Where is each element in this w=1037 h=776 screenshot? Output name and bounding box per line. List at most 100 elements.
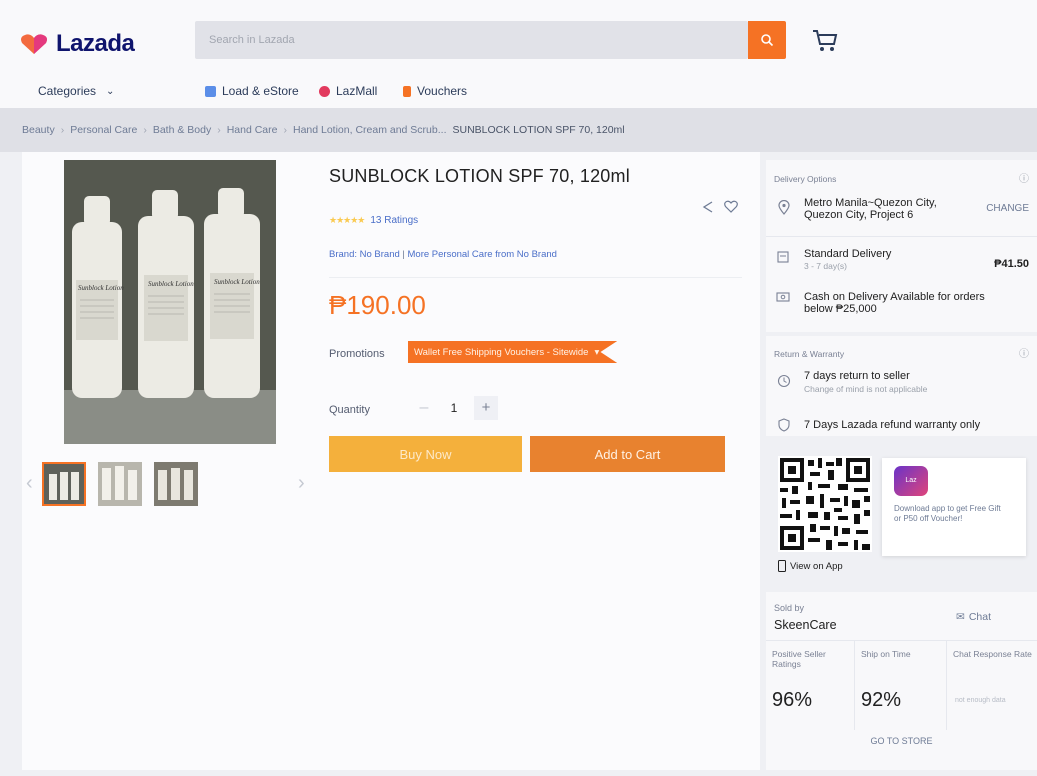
view-on-app-label: View on App <box>790 560 843 572</box>
chat-response-label: Chat Response Rate <box>953 649 1032 659</box>
app-download-card[interactable]: Laz Download app to get Free Gift or P50… <box>882 458 1026 556</box>
breadcrumb: Beauty › Personal Care › Bath & Body › Hand… <box>22 124 625 136</box>
side-panel: Delivery Options ⓘ Metro Manila~Quezon C… <box>766 160 1037 770</box>
share-icon[interactable] <box>701 200 715 219</box>
quantity-value[interactable]: 1 <box>446 396 462 420</box>
thumbnail[interactable] <box>42 462 86 506</box>
product-title: SUNBLOCK LOTION SPF 70, 120ml <box>329 166 630 186</box>
app-promo-text: Download app to get Free Gift or P50 off… <box>894 504 1001 523</box>
location-pin-icon <box>776 199 792 216</box>
buy-now-button[interactable]: Buy Now <box>329 436 522 472</box>
chevron-left-icon[interactable]: ‹ <box>26 472 33 495</box>
lazada-logo[interactable]: Lazada <box>20 30 135 58</box>
chevron-right-icon: › <box>283 124 287 136</box>
delivery-location-line1: Metro Manila~Quezon City, <box>804 197 937 209</box>
phone-icon <box>205 85 216 97</box>
chat-icon: ✉ <box>956 611 965 623</box>
view-on-app-link[interactable]: View on App <box>778 560 843 572</box>
sold-by-label: Sold by <box>774 603 805 613</box>
breadcrumb-current: SUNBLOCK LOTION SPF 70, 120ml <box>452 124 625 136</box>
search-input[interactable] <box>195 21 748 59</box>
change-location-link[interactable]: CHANGE <box>986 203 1029 214</box>
ratings-count: 13 Ratings <box>370 215 419 226</box>
chat-button[interactable]: ✉ Chat <box>956 611 991 623</box>
product-rating[interactable]: ★★★★★ 13 Ratings <box>329 215 418 226</box>
quantity-increase-button[interactable]: + <box>474 396 498 420</box>
chat-response-stat: Chat Response Rate not enough data <box>946 640 1037 730</box>
lazada-app-icon: Laz <box>894 466 928 496</box>
thumbnail-strip: ‹ › <box>22 452 312 512</box>
phone-icon <box>778 560 786 572</box>
nav-vouchers-label: Vouchers <box>417 84 468 98</box>
promotions-label: Promotions <box>329 348 385 360</box>
standard-delivery-label: Standard Delivery <box>804 248 892 260</box>
bottle-label-text: Sunblock Lotion <box>148 280 194 288</box>
cash-on-delivery-icon <box>776 290 792 306</box>
cod-line2: below ₱25,000 <box>804 303 877 315</box>
ship-on-time-label: Ship on Time <box>861 649 911 659</box>
header: Lazada Categories ⌄ Load & eStore LazMal… <box>0 0 1037 108</box>
refund-warranty-text: 7 Days Lazada refund warranty only <box>804 419 981 431</box>
breadcrumb-item[interactable]: Bath & Body <box>153 124 211 136</box>
return-warranty-title: Return & Warranty <box>774 349 845 359</box>
return-warranty-box: Return & Warranty ⓘ 7 days return to sel… <box>766 336 1037 436</box>
delivery-location-line2: Quezon City, Project 6 <box>804 209 914 221</box>
nav-vouchers[interactable]: Vouchers <box>403 84 467 98</box>
delivery-options-title: Delivery Options <box>774 174 837 184</box>
chevron-right-icon: › <box>143 124 147 136</box>
categories-label: Categories <box>38 84 97 98</box>
breadcrumb-item[interactable]: Beauty <box>22 124 55 136</box>
info-icon[interactable]: ⓘ <box>1019 345 1029 360</box>
standard-delivery-days: 3 - 7 day(s) <box>804 261 847 271</box>
delivery-options-box: Delivery Options ⓘ Metro Manila~Quezon C… <box>766 160 1037 332</box>
bottle-label-text: Sunblock Lotion <box>78 284 124 292</box>
delivery-truck-icon <box>776 250 792 266</box>
brand-line: Brand: No Brand | More Personal Care fro… <box>329 249 557 260</box>
brand-link[interactable]: Brand: No Brand <box>329 249 400 260</box>
categories-menu[interactable]: Categories ⌄ <box>38 84 114 98</box>
nav-lazmall-label: LazMall <box>336 84 378 98</box>
return-policy-sub: Change of mind is not applicable <box>804 384 928 394</box>
nav-load-estore[interactable]: Load & eStore <box>205 84 299 98</box>
thumbnail[interactable] <box>98 462 142 506</box>
seller-name[interactable]: SkeenCare <box>774 618 837 632</box>
promotion-tag[interactable]: Wallet Free Shipping Vouchers - Sitewide… <box>408 341 618 363</box>
product-panel: Sunblock Lotion Sunblock Lotion Sunblock… <box>22 152 760 770</box>
add-to-cart-button[interactable]: Add to Cart <box>530 436 725 472</box>
positive-ratings-value: 96% <box>772 689 813 711</box>
info-icon[interactable]: ⓘ <box>1019 170 1029 185</box>
thumbnail[interactable] <box>154 462 198 506</box>
product-image[interactable]: Sunblock Lotion Sunblock Lotion Sunblock… <box>64 160 276 444</box>
chevron-down-icon: ⌄ <box>106 85 115 97</box>
breadcrumb-item[interactable]: Hand Care <box>227 124 278 136</box>
quantity-decrease-button[interactable]: – <box>414 396 434 420</box>
return-policy-text: 7 days return to seller <box>804 370 910 382</box>
divider <box>329 277 742 278</box>
breadcrumb-item[interactable]: Hand Lotion, Cream and Scrub... <box>293 124 447 136</box>
cart-button[interactable] <box>810 26 840 54</box>
search-bar <box>195 21 748 59</box>
chevron-right-icon: › <box>217 124 221 136</box>
quantity-label: Quantity <box>329 404 370 416</box>
logo-text: Lazada <box>56 30 135 57</box>
return-icon <box>776 374 792 390</box>
breadcrumb-item[interactable]: Personal Care <box>70 124 137 136</box>
lazada-heart-icon <box>20 33 48 55</box>
chat-label: Chat <box>968 611 991 623</box>
top-nav: Categories ⌄ Load & eStore LazMall Vouch… <box>0 84 1037 104</box>
cod-info: Cash on Delivery Available for orders be… <box>804 291 985 315</box>
heart-icon[interactable] <box>724 200 738 218</box>
chevron-down-icon: ▾ <box>594 346 600 358</box>
ship-on-time-stat: Ship on Time 92% <box>854 640 946 730</box>
go-to-store-link[interactable]: GO TO STORE <box>766 736 1037 746</box>
app-qr-code <box>778 456 872 552</box>
search-icon <box>761 34 774 47</box>
more-from-brand-link[interactable]: More Personal Care from No Brand <box>408 249 557 260</box>
bottle-label-text: Sunblock Lotion <box>214 278 260 286</box>
standard-delivery-fee: ₱41.50 <box>994 258 1029 270</box>
chevron-right-icon[interactable]: › <box>298 472 305 495</box>
nav-lazmall[interactable]: LazMall <box>319 84 377 98</box>
search-button[interactable] <box>748 21 786 59</box>
voucher-icon <box>403 85 411 97</box>
promotion-tag-text: Wallet Free Shipping Vouchers - Sitewide <box>414 346 589 358</box>
